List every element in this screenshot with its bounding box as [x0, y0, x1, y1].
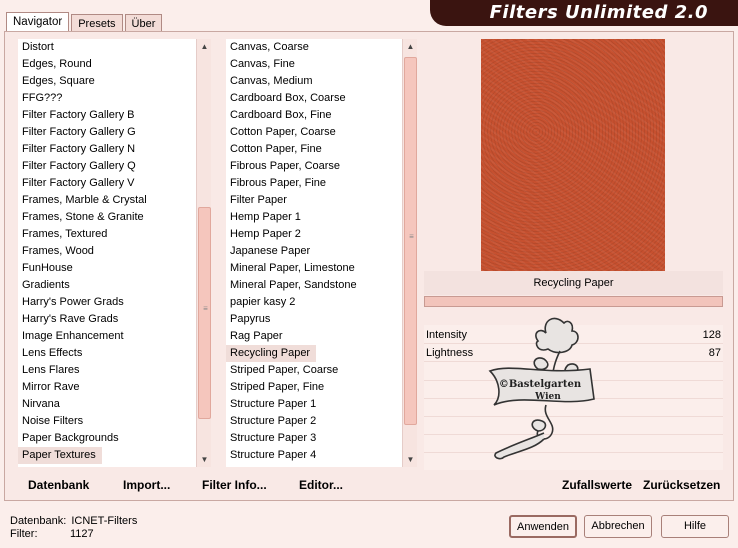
status-db-label: Datenbank: [10, 515, 67, 527]
list-item[interactable]: Paper Textures [18, 447, 102, 464]
list-item[interactable]: Filter Factory Gallery G [18, 124, 196, 141]
list-item[interactable]: FunHouse [18, 260, 196, 277]
list-item[interactable]: Cotton Paper, Fine [226, 141, 402, 158]
tab-bar: Navigator Presets Über [6, 12, 164, 33]
list-item[interactable]: Canvas, Coarse [226, 39, 402, 56]
preview-slider[interactable] [424, 296, 723, 307]
list-item[interactable]: Gradients [18, 277, 196, 294]
filter-scrollbar[interactable]: ▲ ≡ ▼ [402, 39, 417, 467]
list-item[interactable]: Nirvana [18, 396, 196, 413]
import-link[interactable]: Import... [123, 478, 170, 492]
random-values-label[interactable]: Zufallswerte [562, 478, 632, 492]
status-database: Datenbank: ICNET-Filters [10, 515, 137, 527]
window-title: Filters Unlimited 2.0 [489, 2, 708, 23]
grip-icon: ≡ [409, 232, 414, 241]
scroll-up-icon[interactable]: ▲ [403, 39, 418, 54]
param-label: Intensity [426, 329, 467, 341]
status-filter-label: Filter: [10, 528, 38, 540]
list-item[interactable]: Frames, Wood [18, 243, 196, 260]
list-item[interactable]: Filter Paper [226, 192, 402, 209]
param-label: Lightness [426, 347, 474, 359]
category-list[interactable]: Distort Edges, Round Edges, Square FFG??? Fi… [18, 39, 196, 467]
param-value: 87 [708, 347, 721, 359]
database-link[interactable]: Datenbank [28, 478, 89, 492]
grip-icon: ≡ [203, 304, 208, 313]
list-item[interactable]: Filter Factory Gallery N [18, 141, 196, 158]
title-banner: Filters Unlimited 2.0 [430, 0, 738, 26]
list-item[interactable]: Image Enhancement [18, 328, 196, 345]
list-item[interactable]: Recycling Paper [226, 345, 317, 362]
list-item[interactable]: Rag Paper [226, 328, 402, 345]
editor-link[interactable]: Editor... [299, 478, 343, 492]
watermark-logo: ©Bastelgarten Wien [488, 317, 595, 460]
list-item[interactable]: papier kasy 2 [226, 294, 402, 311]
list-item[interactable]: Lens Flares [18, 362, 196, 379]
watermark-line1: ©Bastelgarten [499, 379, 582, 390]
scroll-down-icon[interactable]: ▼ [197, 452, 212, 467]
list-item[interactable]: Cardboard Box, Fine [226, 107, 402, 124]
list-item[interactable]: Paper Backgrounds [18, 430, 196, 447]
reset-link-label[interactable]: Zurücksetzen [643, 478, 720, 492]
list-item[interactable]: Structure Paper 2 [226, 413, 402, 430]
filter-preview-image [481, 39, 665, 271]
param-value: 128 [702, 329, 721, 341]
category-scrollbar[interactable]: ▲ ≡ ▼ [196, 39, 211, 467]
list-item[interactable]: Hemp Paper 2 [226, 226, 402, 243]
list-item[interactable]: Striped Paper, Fine [226, 379, 402, 396]
list-item[interactable]: Japanese Paper [226, 243, 402, 260]
list-item[interactable]: Filter Factory Gallery B [18, 107, 196, 124]
list-item[interactable]: Harry's Rave Grads [18, 311, 196, 328]
list-item[interactable]: Structure Paper 4 [226, 447, 402, 464]
list-item[interactable]: Fibrous Paper, Fine [226, 175, 402, 192]
list-item[interactable]: Frames, Marble & Crystal [18, 192, 196, 209]
list-item[interactable]: Cardboard Box, Coarse [226, 90, 402, 107]
list-item[interactable]: Papyrus [226, 311, 402, 328]
list-item[interactable]: Edges, Round [18, 56, 196, 73]
scroll-up-icon[interactable]: ▲ [197, 39, 212, 54]
list-item[interactable]: Mirror Rave [18, 379, 196, 396]
help-button[interactable]: Hilfe [661, 515, 729, 538]
list-item[interactable]: Distort [18, 39, 196, 56]
list-item[interactable]: Frames, Textured [18, 226, 196, 243]
list-item[interactable]: Hemp Paper 1 [226, 209, 402, 226]
status-filter: Filter: 1127 [10, 528, 94, 540]
list-item[interactable]: Lens Effects [18, 345, 196, 362]
list-item[interactable]: Structure Paper 3 [226, 430, 402, 447]
list-item[interactable]: Canvas, Medium [226, 73, 402, 90]
list-item[interactable]: Mineral Paper, Limestone [226, 260, 402, 277]
editor-link-label[interactable]: Editor... [299, 478, 343, 492]
filter-info-link-label[interactable]: Filter Info... [202, 478, 267, 492]
list-item[interactable]: Cotton Paper, Coarse [226, 124, 402, 141]
list-item[interactable]: FFG??? [18, 90, 196, 107]
tab-navigator[interactable]: Navigator [6, 12, 70, 33]
list-item[interactable]: Mineral Paper, Sandstone [226, 277, 402, 294]
filter-scroll-thumb[interactable]: ≡ [404, 57, 417, 425]
database-link-label[interactable]: Datenbank [28, 478, 89, 492]
list-item[interactable]: Canvas, Fine [226, 56, 402, 73]
list-item[interactable]: Striped Paper, Coarse [226, 362, 402, 379]
current-filter-name: Recycling Paper [424, 271, 723, 295]
random-values-link[interactable]: Zufallswerte [562, 478, 632, 492]
list-item[interactable]: Fibrous Paper, Coarse [226, 158, 402, 175]
filters-unlimited-window: Filters Unlimited 2.0 Navigator Presets … [0, 0, 738, 548]
list-item[interactable]: Edges, Square [18, 73, 196, 90]
list-item[interactable]: Filter Factory Gallery Q [18, 158, 196, 175]
list-item[interactable]: Frames, Stone & Granite [18, 209, 196, 226]
reset-link[interactable]: Zurücksetzen [643, 478, 720, 492]
watermark-line2: Wien [534, 392, 561, 402]
cancel-button[interactable]: Abbrechen [584, 515, 652, 538]
status-db-value: ICNET-Filters [71, 515, 138, 527]
filter-list[interactable]: Canvas, Coarse Canvas, Fine Canvas, Medium… [226, 39, 402, 467]
list-item[interactable]: Harry's Power Grads [18, 294, 196, 311]
apply-button[interactable]: Anwenden [509, 515, 577, 538]
list-item[interactable]: Noise Filters [18, 413, 196, 430]
scroll-down-icon[interactable]: ▼ [403, 452, 418, 467]
list-item[interactable]: Filter Factory Gallery V [18, 175, 196, 192]
status-filter-value: 1127 [70, 528, 94, 540]
category-scroll-thumb[interactable]: ≡ [198, 207, 211, 419]
list-item[interactable]: Structure Paper 1 [226, 396, 402, 413]
import-link-label[interactable]: Import... [123, 478, 170, 492]
filter-info-link[interactable]: Filter Info... [202, 478, 267, 492]
